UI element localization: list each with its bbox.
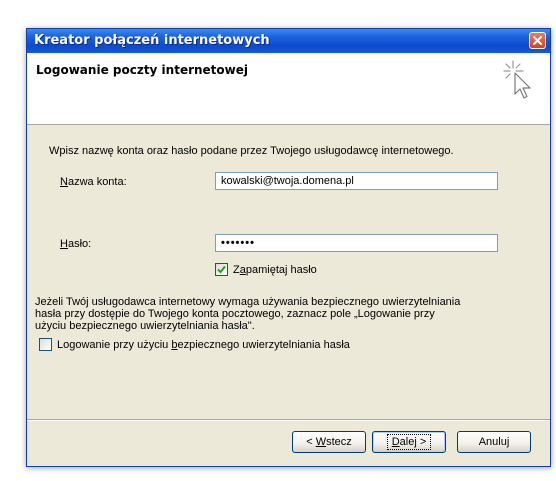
close-icon <box>533 36 542 45</box>
wizard-cursor-icon <box>503 60 531 99</box>
secure-auth-note-line-1: Jeżeli Twój usługodawca internetowy wyma… <box>35 296 461 308</box>
window-title: Kreator połączeń internetowych <box>34 33 270 48</box>
password-label-text: asło: <box>67 238 92 250</box>
next-button[interactable]: Dalej > <box>372 431 446 453</box>
secure-auth-label-rest: ezpiecznego uwierzytelniania hasła <box>177 339 350 351</box>
password-label: Hasło: <box>60 238 91 250</box>
check-mark-icon <box>217 265 226 274</box>
title-bar[interactable]: Kreator połączeń internetowych <box>27 29 550 53</box>
secure-auth-label[interactable]: Logowanie przy użyciu bezpiecznego uwier… <box>57 339 350 351</box>
secure-auth-note-line-2: hasła przy dostępie do Twojego konta poc… <box>35 308 435 320</box>
page: Kreator połączeń internetowych Logowanie… <box>0 0 556 481</box>
back-button-pre: < <box>306 436 316 448</box>
page-title: Logowanie poczty internetowej <box>36 63 248 77</box>
remember-password-label-rest: pamiętaj hasło <box>245 264 317 276</box>
intro-text: Wpisz nazwę konta oraz hasło podane prze… <box>49 145 454 157</box>
account-name-label-accel: N <box>60 176 68 188</box>
secure-auth-note-line-3: użyciu bezpiecznego uwierzytelniania has… <box>35 320 255 332</box>
close-button[interactable] <box>529 32 546 49</box>
password-input[interactable]: ••••••• <box>215 234 498 252</box>
next-button-rest: alej > <box>399 436 427 448</box>
header-panel: Logowanie poczty internetowej <box>27 53 550 125</box>
remember-password-label-pre: Z <box>233 264 240 276</box>
back-button-rest: stecz <box>326 436 352 448</box>
password-label-accel: H <box>60 238 68 250</box>
back-button[interactable]: < Wstecz <box>292 431 366 453</box>
account-name-label-text: azwa konta: <box>67 176 127 188</box>
account-name-input[interactable]: kowalski@twoja.domena.pl <box>215 172 498 190</box>
remember-password-checkbox[interactable] <box>215 263 228 276</box>
account-name-label: Nazwa konta: <box>60 176 127 188</box>
next-button-focus: Dalej > <box>386 434 432 450</box>
secure-auth-checkbox[interactable] <box>39 338 52 351</box>
remember-password-label[interactable]: Zapamiętaj hasło <box>233 264 317 276</box>
footer-separator <box>27 419 550 421</box>
secure-auth-label-pre: Logowanie przy użyciu <box>57 339 172 351</box>
cancel-button[interactable]: Anuluj <box>457 431 531 453</box>
next-button-accel: D <box>391 436 400 448</box>
back-button-accel: W <box>315 436 327 448</box>
secure-auth-note: Jeżeli Twój usługodawca internetowy wyma… <box>35 296 515 332</box>
wizard-dialog: Kreator połączeń internetowych Logowanie… <box>26 28 551 467</box>
